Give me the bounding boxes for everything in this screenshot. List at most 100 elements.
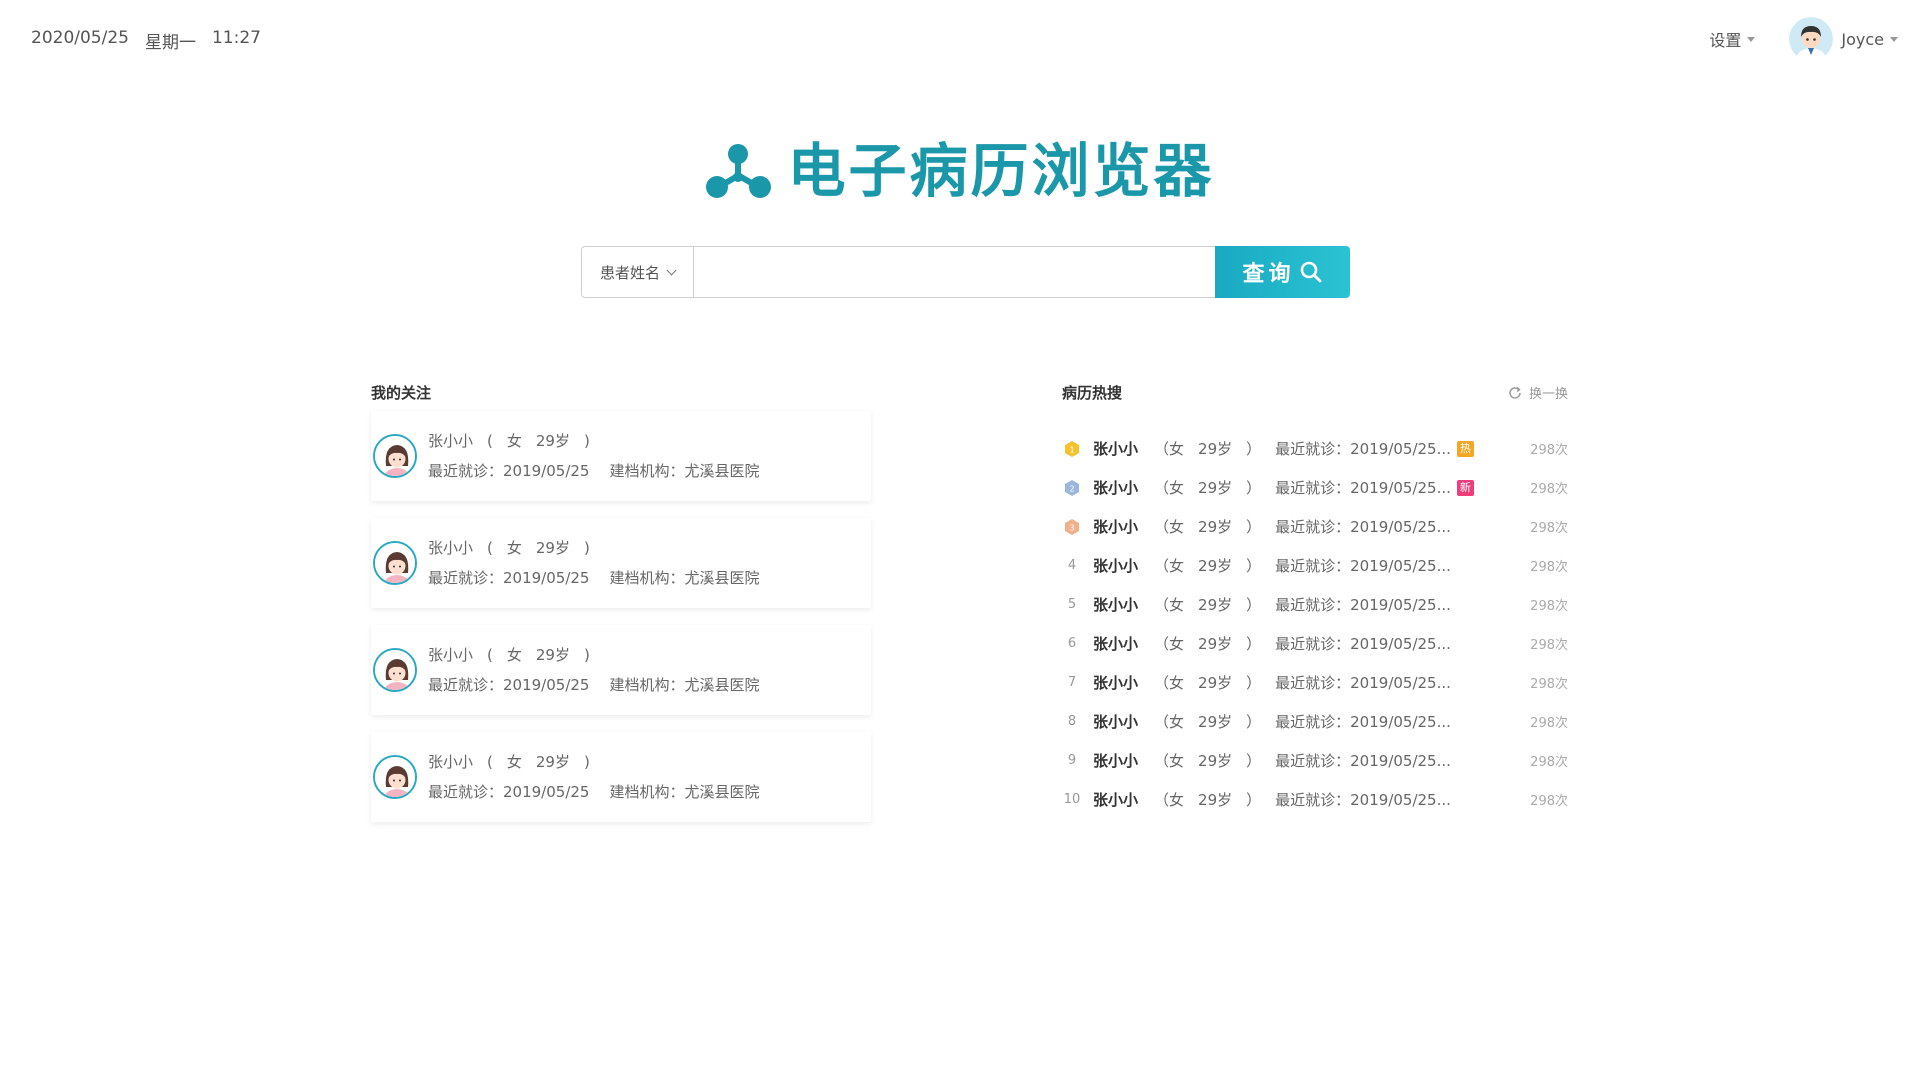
- last-visit: 最近就诊：2019/05/25...: [1275, 635, 1451, 653]
- paren-close: ): [583, 646, 590, 664]
- last-visit: 最近就诊：2019/05/25...: [1275, 557, 1451, 575]
- avatar: [373, 541, 417, 585]
- last-visit: 最近就诊：2019/05/25...: [1275, 479, 1451, 497]
- patient-gender: （女: [1154, 791, 1185, 809]
- medal-icon: 2: [1065, 479, 1079, 496]
- last-visit: 最近就诊：2019/05/25...: [1275, 791, 1451, 809]
- search-button-label: 查询: [1242, 262, 1295, 287]
- patient-age: 29岁: [535, 646, 570, 664]
- hot-search-row[interactable]: 10 张小小 （女 29岁 ） 最近就诊：2019/05/25... 298次: [1062, 780, 1568, 819]
- last-visit: 最近就诊：2019/05/25...: [1275, 518, 1451, 536]
- card-info: 张小小 (女 29岁) 最近就诊：2019/05/25 建档机构：尤溪县医院: [428, 533, 779, 593]
- brand: 电子病历浏览器: [0, 136, 1920, 206]
- search-count: 298次: [1530, 755, 1568, 770]
- card-info: 张小小 (女 29岁) 最近就诊：2019/05/25 建档机构：尤溪县医院: [428, 640, 779, 700]
- patient-age: 29岁: [1198, 557, 1233, 575]
- paren-close: ）: [1246, 791, 1262, 809]
- card-line-visit: 最近就诊：2019/05/25 建档机构：尤溪县医院: [428, 670, 779, 700]
- card-info: 张小小 (女 29岁) 最近就诊：2019/05/25 建档机构：尤溪县医院: [428, 426, 779, 486]
- paren-close: ）: [1246, 440, 1262, 458]
- user-menu[interactable]: Joyce: [1789, 17, 1898, 61]
- card-info: 张小小 (女 29岁) 最近就诊：2019/05/25 建档机构：尤溪县医院: [428, 747, 779, 807]
- hot-search-row[interactable]: 4 张小小 （女 29岁 ） 最近就诊：2019/05/25... 298次: [1062, 546, 1568, 585]
- settings-menu[interactable]: 设置: [1709, 27, 1756, 51]
- patient-name: 张小小: [1093, 440, 1139, 458]
- paren-close: ）: [1246, 713, 1262, 731]
- page-title: 电子病历浏览器: [787, 137, 1215, 205]
- chevron-down-icon: [666, 265, 677, 275]
- hot-search-row[interactable]: 5 张小小 （女 29岁 ） 最近就诊：2019/05/25... 298次: [1062, 585, 1568, 624]
- search-count: 298次: [1530, 560, 1568, 575]
- follow-card[interactable]: 张小小 (女 29岁) 最近就诊：2019/05/25 建档机构：尤溪县医院: [371, 411, 871, 501]
- hot-search-section: 病历热搜 换一换 1 张小小 （女 29岁）最近就诊：2019/05/25... 热 29…: [1062, 382, 1568, 819]
- rank-number: 7: [1067, 675, 1077, 690]
- rank-number: 9: [1067, 753, 1077, 768]
- hot-search-row[interactable]: 3 张小小 （女 29岁 ） 最近就诊：2019/05/25... 298次: [1062, 507, 1568, 546]
- patient-gender: （女: [1154, 557, 1185, 575]
- female-avatar-icon: [375, 436, 415, 476]
- patient-gender: （女: [1154, 635, 1185, 653]
- patient-age: 29岁: [1198, 440, 1233, 458]
- time-text: 11:27: [211, 28, 261, 48]
- patient-name: 张小小: [428, 753, 474, 771]
- patient-age: 29岁: [535, 432, 570, 450]
- patient-name: 张小小: [428, 539, 474, 557]
- last-visit: 最近就诊：2019/05/25: [428, 569, 590, 587]
- search-count: 298次: [1530, 482, 1568, 497]
- hot-search-row[interactable]: 2 张小小 （女 29岁 ） 最近就诊：2019/05/25... 新 298次: [1062, 468, 1568, 507]
- follows-list: 张小小(女 29岁) 最近就诊：2019/05/25 建档机构：尤溪县医院 张小小(女 2…: [371, 411, 871, 822]
- patient-age: 29岁: [1198, 518, 1233, 536]
- search-bar: 患者姓名 查询: [581, 246, 1350, 298]
- refresh-button[interactable]: 换一换: [1507, 383, 1568, 402]
- female-avatar-icon: [375, 543, 415, 583]
- follow-card[interactable]: 张小小 (女 29岁) 最近就诊：2019/05/25 建档机构：尤溪县医院: [371, 518, 871, 608]
- paren-close: ）: [1246, 596, 1262, 614]
- patient-name: 张小小: [428, 646, 474, 664]
- rank-number: 3: [1069, 523, 1074, 532]
- patient-gender: 女: [506, 753, 522, 771]
- search-icon: [1300, 261, 1321, 283]
- search-input[interactable]: [693, 246, 1215, 298]
- patient-name: 张小小: [1093, 713, 1139, 731]
- card-line-visit: 最近就诊：2019/05/25 建档机构：尤溪县医院: [428, 563, 779, 593]
- caret-down-icon: [1890, 36, 1898, 42]
- hot-search-row[interactable]: 8 张小小 （女 29岁 ） 最近就诊：2019/05/25... 298次: [1062, 702, 1568, 741]
- search-count: 298次: [1530, 599, 1568, 614]
- card-line-visit: 最近就诊：2019/05/25 建档机构：尤溪县医院: [428, 777, 779, 807]
- date-text: 2020/05/25: [31, 28, 129, 48]
- hot-badge: 新: [1456, 479, 1474, 496]
- hot-search-row[interactable]: 1 张小小 （女 29岁 ） 最近就诊：2019/05/25... 热 298次: [1062, 429, 1568, 468]
- patient-gender: （女: [1154, 596, 1185, 614]
- last-visit: 最近就诊：2019/05/25: [428, 783, 590, 801]
- weekday-text: 星期一: [144, 33, 196, 53]
- search-button[interactable]: 查询: [1215, 246, 1350, 298]
- rank-number: 5: [1067, 597, 1077, 612]
- search-type-select[interactable]: 患者姓名: [581, 246, 693, 298]
- settings-label: 设置: [1709, 31, 1742, 50]
- refresh-label: 换一换: [1528, 387, 1568, 402]
- last-visit: 最近就诊：2019/05/25: [428, 676, 590, 694]
- card-line-patient: 张小小 (女 29岁): [428, 747, 779, 777]
- caret-down-icon: [1747, 36, 1756, 42]
- patient-age: 29岁: [1198, 596, 1233, 614]
- hot-search-row[interactable]: 6 张小小 （女 29岁 ） 最近就诊：2019/05/25... 298次: [1062, 624, 1568, 663]
- last-visit: 最近就诊：2019/05/25...: [1275, 713, 1451, 731]
- hot-search-row[interactable]: 9 张小小 （女 29岁 ） 最近就诊：2019/05/25... 298次: [1062, 741, 1568, 780]
- molecule-logo-icon: [706, 144, 772, 198]
- search-count: 298次: [1530, 443, 1568, 458]
- follow-card[interactable]: 张小小 (女 29岁) 最近就诊：2019/05/25 建档机构：尤溪县医院: [371, 732, 871, 822]
- hot-search-row[interactable]: 7 张小小 （女 29岁 ） 最近就诊：2019/05/25... 298次: [1062, 663, 1568, 702]
- patient-age: 29岁: [535, 539, 570, 557]
- paren-close: ）: [1246, 635, 1262, 653]
- institution: 建档机构：尤溪县医院: [609, 462, 760, 480]
- patient-name: 张小小: [1093, 557, 1139, 575]
- patient-meta: （女 29岁 ） 最近就诊：2019/05/25...: [1154, 516, 1451, 537]
- medal-icon: 1: [1065, 440, 1079, 457]
- patient-age: 29岁: [1198, 674, 1233, 692]
- search-count: 298次: [1530, 677, 1568, 692]
- last-visit: 最近就诊：2019/05/25: [428, 462, 590, 480]
- follow-card[interactable]: 张小小 (女 29岁) 最近就诊：2019/05/25 建档机构：尤溪县医院: [371, 625, 871, 715]
- medal-icon: 3: [1065, 518, 1079, 535]
- patient-name: 张小小: [1093, 791, 1139, 809]
- last-visit: 最近就诊：2019/05/25...: [1275, 596, 1451, 614]
